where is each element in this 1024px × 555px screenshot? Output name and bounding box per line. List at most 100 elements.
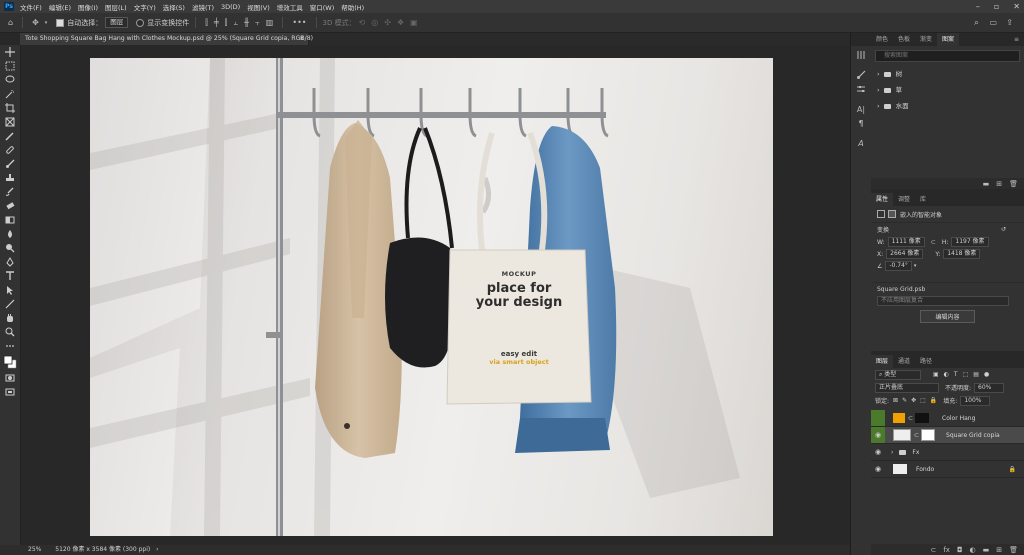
brush-tool[interactable]: [0, 157, 20, 171]
move-tool-icon[interactable]: ✥: [32, 18, 39, 27]
menu-type[interactable]: 文字(Y): [134, 2, 156, 12]
align-right-icon[interactable]: ⫿: [225, 18, 228, 28]
character-panel-icon[interactable]: A|: [851, 102, 871, 116]
menu-view[interactable]: 视图(V): [247, 2, 270, 12]
angle-field[interactable]: -0.74°: [885, 261, 912, 271]
filter-smart-icon[interactable]: ▤: [973, 371, 979, 378]
filter-pixel-icon[interactable]: ▣: [933, 371, 939, 378]
eye-icon[interactable]: ◉: [871, 427, 885, 443]
layer-filter-dropdown[interactable]: ⌕ 类型: [875, 369, 921, 380]
pattern-search-input[interactable]: 搜索图案: [875, 50, 1020, 62]
clone-stamp-tool[interactable]: [0, 171, 20, 185]
add-mask-icon[interactable]: ◘: [957, 546, 963, 554]
chevron-right-icon[interactable]: ›: [156, 546, 158, 553]
glyphs-panel-icon[interactable]: A: [851, 136, 871, 150]
brush-settings-icon[interactable]: [851, 68, 871, 82]
auto-select-dropdown[interactable]: 图层: [105, 17, 129, 28]
new-group-icon[interactable]: ▬: [983, 180, 990, 188]
menu-filter[interactable]: 滤镜(T): [192, 2, 214, 12]
search-icon[interactable]: ⌕: [974, 18, 979, 28]
pattern-group-trees[interactable]: › 树: [871, 66, 1024, 82]
document-canvas[interactable]: MOCKUP place for your design easy edit v…: [90, 58, 773, 536]
filter-shape-icon[interactable]: ⬚: [963, 371, 969, 378]
workspace-icon[interactable]: ▭: [989, 18, 997, 27]
layer-comp-dropdown[interactable]: 不应用图层复合: [877, 296, 1009, 306]
fill-field[interactable]: 100%: [960, 395, 991, 406]
menu-3d[interactable]: 3D(D): [221, 3, 240, 11]
y-field[interactable]: 1418 像素: [943, 249, 981, 259]
link-layers-icon[interactable]: ⊂: [930, 546, 936, 554]
link-icon[interactable]: ⊂: [931, 239, 936, 246]
line-tool[interactable]: [0, 297, 20, 311]
align-center-icon[interactable]: ╪: [214, 18, 219, 27]
eyedropper-tool[interactable]: [0, 129, 20, 143]
3d-slide-icon[interactable]: ❖: [397, 18, 404, 27]
blur-tool[interactable]: [0, 227, 20, 241]
adjust-sliders-icon[interactable]: [851, 82, 871, 96]
healing-brush-tool[interactable]: [0, 143, 20, 157]
tab-adjustments[interactable]: 调整: [893, 193, 915, 206]
color-swatches[interactable]: [0, 353, 20, 371]
menu-image[interactable]: 图像(I): [78, 2, 98, 12]
layer-row-square-grid-copia[interactable]: ◉ ⊂ Square Grid copia: [871, 427, 1024, 444]
tab-gradients[interactable]: 渐变: [915, 33, 937, 46]
zoom-level[interactable]: 25%: [28, 546, 41, 553]
panel-menu-icon[interactable]: ≡: [1009, 33, 1024, 46]
3d-roll-icon[interactable]: ◎: [371, 18, 378, 27]
trash-icon[interactable]: 🗑: [1009, 180, 1018, 188]
lasso-tool[interactable]: [0, 73, 20, 87]
close-tab-icon[interactable]: ×: [299, 33, 304, 45]
filter-type-icon[interactable]: T: [954, 371, 958, 378]
eye-icon[interactable]: ◉: [871, 448, 885, 456]
document-tab[interactable]: Tote Shopping Square Bag Hang with Cloth…: [20, 33, 313, 45]
3d-pan-icon[interactable]: ✣: [384, 18, 391, 27]
dodge-tool[interactable]: [0, 241, 20, 255]
visibility-toggle[interactable]: [871, 410, 885, 426]
chevron-down-icon[interactable]: ▾: [45, 20, 48, 26]
lock-pixels-icon[interactable]: ✎: [902, 397, 907, 404]
menu-select[interactable]: 选择(S): [163, 2, 185, 12]
home-icon[interactable]: ⌂: [8, 18, 13, 27]
menu-edit[interactable]: 编辑(E): [49, 2, 71, 12]
lock-position-icon[interactable]: ✥: [911, 397, 916, 404]
menu-help[interactable]: 帮助(H): [341, 2, 364, 12]
marquee-tool[interactable]: [0, 59, 20, 73]
menu-layer[interactable]: 图层(L): [105, 2, 127, 12]
3d-scale-icon[interactable]: ▣: [410, 18, 418, 27]
fx-icon[interactable]: fx: [943, 546, 950, 554]
opacity-field[interactable]: 60%: [974, 382, 1005, 393]
close-window-icon[interactable]: ✕: [1013, 2, 1020, 11]
quick-mask-tool[interactable]: [0, 371, 20, 385]
maximize-icon[interactable]: ▫: [994, 2, 999, 11]
x-field[interactable]: 2664 像素: [886, 249, 924, 259]
more-tools[interactable]: [0, 339, 20, 353]
adjustment-layer-icon[interactable]: ◐: [970, 546, 976, 554]
eraser-tool[interactable]: [0, 199, 20, 213]
tab-channels[interactable]: 通道: [893, 355, 915, 368]
show-transform-checkbox[interactable]: [136, 18, 145, 27]
lock-artboard-icon[interactable]: ⬚: [920, 397, 926, 404]
tab-paths[interactable]: 路径: [915, 355, 937, 368]
menu-plugins[interactable]: 增效工具: [277, 2, 303, 12]
new-pattern-icon[interactable]: ⊞: [996, 180, 1002, 188]
width-field[interactable]: 1111 像素: [887, 237, 925, 247]
frame-tool[interactable]: [0, 115, 20, 129]
history-brush-tool[interactable]: [0, 185, 20, 199]
magic-wand-tool[interactable]: [0, 87, 20, 101]
pattern-group-grass[interactable]: › 草: [871, 82, 1024, 98]
pen-tool[interactable]: [0, 255, 20, 269]
align-middle-icon[interactable]: ╫: [244, 18, 249, 27]
layer-row-fondo[interactable]: ◉ Fondo 🔒: [871, 461, 1024, 478]
menu-window[interactable]: 窗口(W): [310, 2, 335, 12]
height-field[interactable]: 1197 像素: [951, 237, 989, 247]
chevron-right-icon[interactable]: ›: [891, 449, 893, 456]
align-left-icon[interactable]: ⫿: [205, 18, 208, 28]
trash-icon[interactable]: 🗑: [1009, 546, 1018, 554]
edit-contents-button[interactable]: 编辑内容: [920, 310, 975, 323]
layer-row-color-hang[interactable]: ⊂ Color Hang: [871, 410, 1024, 427]
reset-icon[interactable]: ↺: [1001, 226, 1006, 233]
gradient-tool[interactable]: [0, 213, 20, 227]
move-tool[interactable]: [0, 45, 20, 59]
lock-transparency-icon[interactable]: ⊠: [893, 397, 898, 404]
3d-orbit-icon[interactable]: ⟲: [359, 18, 366, 27]
